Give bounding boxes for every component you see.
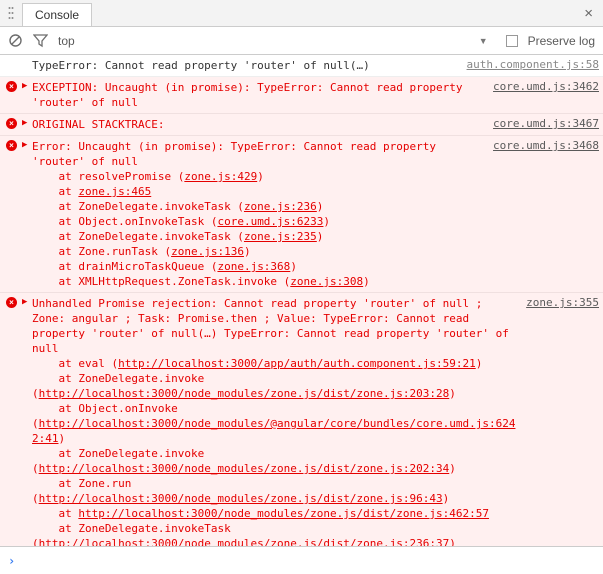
source-link[interactable]: zone.js:136	[171, 245, 244, 258]
source-link[interactable]: core.umd.js:6233	[217, 215, 323, 228]
source-link[interactable]: http://localhost:3000/node_modules/@angu…	[32, 417, 515, 445]
log-gutter	[6, 58, 22, 73]
source-link[interactable]: http://localhost:3000/node_modules/zone.…	[39, 537, 450, 546]
source-link[interactable]: zone.js:465	[78, 185, 151, 198]
source-link[interactable]: zone.js:429	[184, 170, 257, 183]
source-link[interactable]: http://localhost:3000/node_modules/zone.…	[39, 462, 450, 475]
error-icon: ×	[6, 297, 17, 308]
error-icon: ×	[6, 118, 17, 129]
chevron-down-icon[interactable]: ▼	[479, 36, 488, 46]
log-gutter: ×	[6, 139, 22, 289]
preserve-log-label[interactable]: Preserve log	[528, 34, 595, 48]
log-row: TypeError: Cannot read property 'router'…	[0, 55, 603, 77]
source-link[interactable]: http://localhost:3000/app/auth/auth.comp…	[118, 357, 476, 370]
drag-handle-icon[interactable]	[0, 6, 22, 20]
disclosure-triangle-icon[interactable]: ▶	[22, 80, 32, 110]
log-message: ORIGINAL STACKTRACE:	[32, 117, 487, 132]
filter-icon[interactable]	[33, 33, 48, 48]
clear-console-icon[interactable]	[8, 33, 23, 48]
devtools-header: Console ×	[0, 0, 603, 27]
console-toolbar: top ▼ Preserve log	[0, 27, 603, 55]
log-source-link[interactable]: zone.js:355	[520, 296, 599, 546]
console-log-area[interactable]: TypeError: Cannot read property 'router'…	[0, 55, 603, 546]
error-icon: ×	[6, 81, 17, 92]
log-gutter: ×	[6, 80, 22, 110]
preserve-log-checkbox[interactable]	[506, 35, 518, 47]
error-icon: ×	[6, 140, 17, 151]
close-icon[interactable]: ×	[574, 5, 603, 22]
disclosure-triangle-icon[interactable]: ▶	[22, 117, 32, 132]
log-source-link[interactable]: core.umd.js:3468	[487, 139, 599, 289]
log-source-link[interactable]: core.umd.js:3462	[487, 80, 599, 110]
prompt-caret-icon: ›	[8, 554, 15, 568]
disclosure-triangle-icon	[22, 58, 32, 73]
log-row: × ▶Error: Uncaught (in promise): TypeErro…	[0, 136, 603, 293]
tab-console[interactable]: Console	[22, 3, 92, 26]
log-message: EXCEPTION: Uncaught (in promise): TypeEr…	[32, 80, 487, 110]
source-link[interactable]: zone.js:368	[217, 260, 290, 273]
console-prompt: ›	[0, 546, 603, 574]
log-row: × ▶ORIGINAL STACKTRACE:core.umd.js:3467	[0, 114, 603, 136]
disclosure-triangle-icon[interactable]: ▶	[22, 139, 32, 289]
source-link[interactable]: zone.js:236	[244, 200, 317, 213]
disclosure-triangle-icon[interactable]: ▶	[22, 296, 32, 546]
log-source-link[interactable]: auth.component.js:58	[461, 58, 599, 73]
log-row: × ▶Unhandled Promise rejection: Cannot re…	[0, 293, 603, 546]
log-row: × ▶EXCEPTION: Uncaught (in promise): Type…	[0, 77, 603, 114]
context-selector[interactable]: top	[58, 34, 75, 48]
log-message: Unhandled Promise rejection: Cannot read…	[32, 296, 520, 546]
source-link[interactable]: zone.js:235	[244, 230, 317, 243]
source-link[interactable]: http://localhost:3000/node_modules/zone.…	[39, 387, 450, 400]
log-message: Error: Uncaught (in promise): TypeError:…	[32, 139, 487, 289]
source-link[interactable]: http://localhost:3000/node_modules/zone.…	[78, 507, 489, 520]
source-link[interactable]: http://localhost:3000/node_modules/zone.…	[39, 492, 443, 505]
log-message: TypeError: Cannot read property 'router'…	[32, 58, 461, 73]
log-gutter: ×	[6, 117, 22, 132]
console-input[interactable]	[21, 554, 595, 567]
source-link[interactable]: zone.js:308	[290, 275, 363, 288]
log-gutter: ×	[6, 296, 22, 546]
log-source-link[interactable]: core.umd.js:3467	[487, 117, 599, 132]
